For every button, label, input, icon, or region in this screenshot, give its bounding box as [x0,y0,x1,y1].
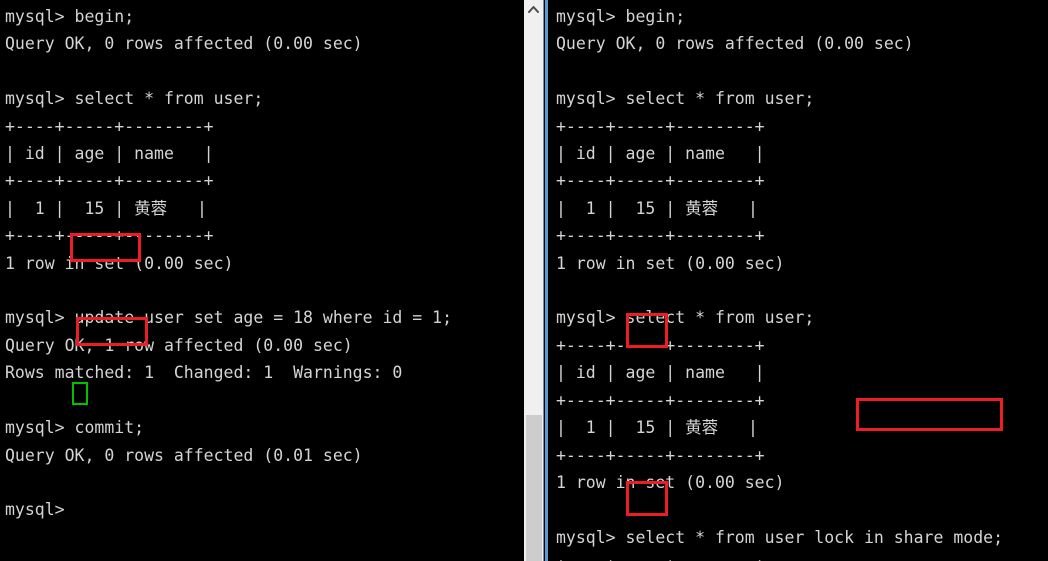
text-cursor [72,382,88,405]
dual-terminal-screenshot: mysql> begin; Query OK, 0 rows affected … [0,0,1048,561]
right-terminal-pane[interactable]: mysql> begin; Query OK, 0 rows affected … [524,0,1048,561]
vertical-scrollbar[interactable] [524,0,544,561]
left-terminal-text: mysql> begin; Query OK, 0 rows affected … [5,7,453,520]
right-terminal-text: mysql> begin; Query OK, 0 rows affected … [556,7,1004,561]
cjk-text: 黄蓉 [685,198,719,218]
left-terminal-pane[interactable]: mysql> begin; Query OK, 0 rows affected … [0,0,524,561]
chevron-up-icon [528,6,539,13]
cjk-text: 黄蓉 [685,418,719,438]
scroll-up-arrow-icon[interactable] [524,0,543,19]
left-terminal-output: mysql> begin; Query OK, 0 rows affected … [5,3,452,524]
cjk-text: 黄蓉 [134,198,168,218]
terminal-left-border [545,0,548,561]
scrollbar-thumb[interactable] [526,415,542,561]
right-terminal-output: mysql> begin; Query OK, 0 rows affected … [556,3,1003,561]
